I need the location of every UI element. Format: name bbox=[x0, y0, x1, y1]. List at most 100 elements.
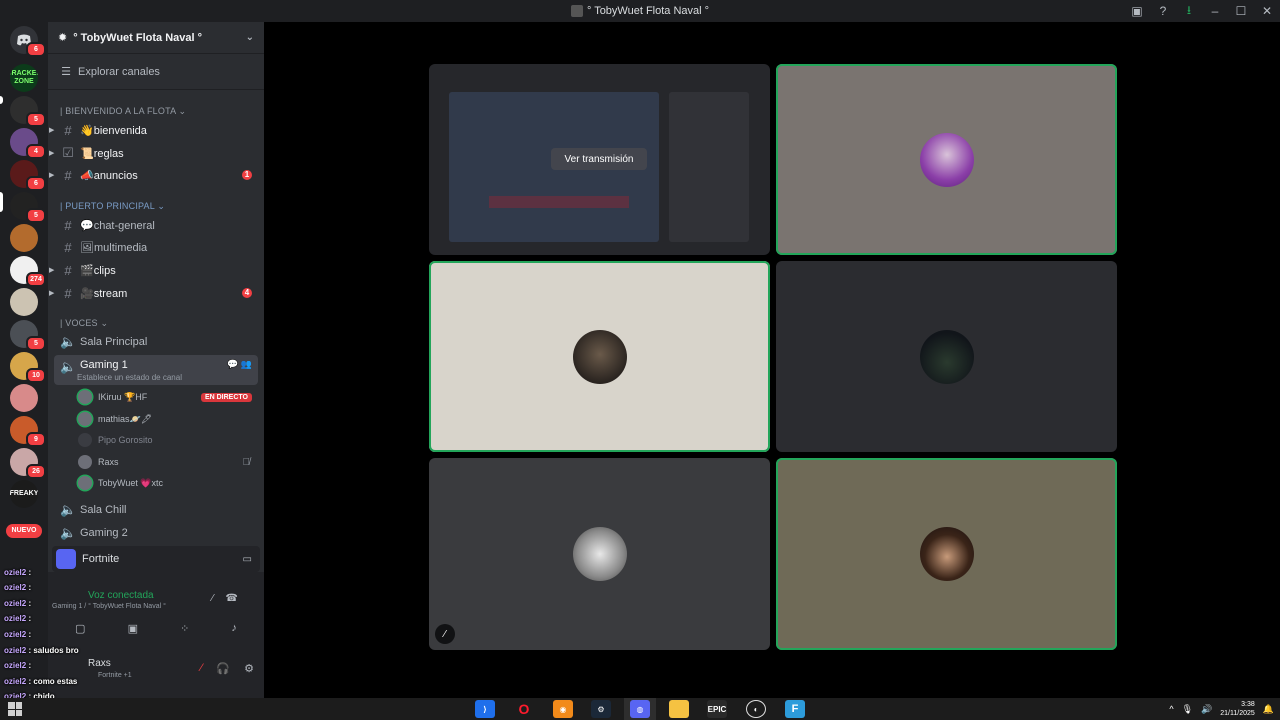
voice-user-tobywuet[interactable]: TobyWuet 💗xtc bbox=[78, 474, 258, 492]
activities-icon[interactable]: ⁘ bbox=[180, 622, 189, 635]
voice-channel-sala-principal[interactable]: 🔈 Sala Principal bbox=[54, 332, 258, 352]
channel-status[interactable]: Establece un estado de canal bbox=[77, 373, 182, 382]
overlay-message: oziel2 : bbox=[4, 630, 31, 639]
speaker-icon: 🔈 bbox=[60, 502, 77, 517]
file-explorer-icon[interactable] bbox=[663, 698, 695, 720]
avatar bbox=[572, 527, 627, 581]
opera-icon[interactable]: O bbox=[508, 698, 540, 720]
voice-user-ikiruu[interactable]: IKiruu 🏆HF EN DIRECTO bbox=[78, 388, 258, 406]
mention-badge: 6 bbox=[26, 42, 46, 57]
explore-label: Explorar canales bbox=[78, 65, 160, 78]
fl-studio-icon[interactable]: ◉ bbox=[547, 698, 579, 720]
maximize-button[interactable]: ☐ bbox=[1228, 0, 1254, 22]
stream-tile[interactable]: Ver transmisión bbox=[429, 64, 770, 255]
fortnite-icon[interactable]: F bbox=[779, 698, 811, 720]
disconnect-icon[interactable]: ⁄☎ bbox=[212, 593, 250, 604]
screen-share-icon[interactable]: ▭ bbox=[243, 554, 252, 565]
category-main[interactable]: | PUERTO PRINCIPAL ⌄ bbox=[60, 201, 165, 212]
server-cracked-zone[interactable]: CRACKED ZONE bbox=[10, 64, 38, 92]
avatar bbox=[572, 329, 627, 384]
voice-channel-gaming-2[interactable]: 🔈 Gaming 2 bbox=[54, 523, 258, 543]
obs-icon[interactable]: ◐ bbox=[740, 698, 772, 720]
start-icon[interactable] bbox=[8, 702, 22, 716]
settings-icon[interactable]: ⚙ bbox=[244, 662, 254, 675]
channel-multimedia[interactable]: # 🖼multimedia bbox=[54, 237, 258, 257]
soundboard-icon[interactable]: ♪ bbox=[231, 622, 237, 635]
mention-badge: 5 bbox=[26, 336, 46, 351]
server-avatar[interactable] bbox=[10, 384, 38, 412]
server-avatar[interactable] bbox=[10, 224, 38, 252]
steam-icon[interactable]: ⚙ bbox=[585, 698, 617, 720]
chat-icon[interactable]: 💬 👥 bbox=[227, 359, 252, 370]
watch-stream-button[interactable]: Ver transmisión bbox=[551, 148, 647, 170]
vscode-icon[interactable]: ⟩ bbox=[469, 698, 501, 720]
participant-tile[interactable] bbox=[776, 64, 1117, 255]
epic-games-icon[interactable]: EPIC bbox=[701, 698, 733, 720]
channel-label: 🎬clips bbox=[80, 264, 116, 277]
participant-tile[interactable] bbox=[776, 261, 1117, 452]
voice-user-mathias[interactable]: mathias🪐🖋 bbox=[78, 410, 258, 428]
category-welcome[interactable]: | BIENVENIDO A LA FLOTA ⌄ bbox=[60, 106, 186, 117]
help-icon[interactable]: ? bbox=[1150, 0, 1176, 22]
participant-tile[interactable] bbox=[776, 458, 1117, 650]
channel-reglas[interactable]: ▶ ☑ 📜reglas bbox=[49, 143, 258, 163]
participant-tile[interactable]: ⁄ bbox=[429, 458, 770, 650]
mention-badge: 1 bbox=[242, 170, 252, 180]
voice-connection-panel: Voz conectada Gaming 1 / ° TobyWuet Flot… bbox=[48, 572, 264, 656]
stream-preview-bar bbox=[489, 196, 629, 208]
channel-sidebar: ✹ ° TobyWuet Flota Naval ° ⌄ ☰ Explorar … bbox=[48, 22, 264, 698]
microphone-icon[interactable]: 🎙 bbox=[1182, 704, 1193, 715]
overlay-author: oziel2 bbox=[4, 630, 27, 639]
channel-stream[interactable]: ▶ # 🎥stream 4 bbox=[49, 283, 258, 303]
voice-user-name: Pipo Gorosito bbox=[98, 435, 153, 445]
clock[interactable]: 3:38 21/11/2025 bbox=[1220, 700, 1255, 718]
activity-panel[interactable]: Fortnite ▭ bbox=[52, 546, 260, 572]
inbox-icon[interactable]: ▣ bbox=[1124, 0, 1150, 22]
voice-actions: ▢ ▣ ⁘ ♪ bbox=[54, 622, 258, 635]
download-icon[interactable]: ⭳ bbox=[1176, 0, 1202, 22]
voice-user-raxs[interactable]: Raxs 🎙̸ bbox=[78, 453, 258, 471]
category-voice[interactable]: | VOCES ⌄ bbox=[60, 318, 108, 329]
mention-badge: 9 bbox=[26, 432, 46, 447]
obs-glyph: ◐ bbox=[746, 700, 766, 718]
avatar bbox=[78, 390, 92, 404]
mic-muted-icon[interactable]: ⁄ bbox=[201, 662, 203, 675]
overlay-text: : bbox=[28, 661, 32, 670]
channel-anuncios[interactable]: ▶ # 📣anuncios 1 bbox=[49, 165, 258, 185]
chevron-up-icon[interactable]: ^ bbox=[1169, 704, 1173, 714]
voice-channel-sala-chill[interactable]: 🔈 Sala Chill bbox=[54, 500, 258, 520]
camera-icon[interactable]: ▢ bbox=[75, 622, 85, 635]
clock-date: 21/11/2025 bbox=[1220, 710, 1255, 717]
explore-channels-button[interactable]: ☰ Explorar canales bbox=[48, 54, 264, 90]
channel-clips[interactable]: ▶ # 🎬clips bbox=[49, 260, 258, 280]
server-avatar[interactable] bbox=[10, 288, 38, 316]
channel-label: Sala Chill bbox=[80, 504, 127, 516]
participant-tile[interactable] bbox=[429, 261, 770, 452]
voice-channel-gaming-1[interactable]: 🔈 Gaming 1 Establece un estado de canal … bbox=[54, 355, 258, 385]
screen-share-icon[interactable]: ▣ bbox=[128, 622, 138, 635]
channel-label: 📜reglas bbox=[80, 147, 124, 160]
volume-icon[interactable]: 🔊 bbox=[1201, 704, 1212, 715]
headphones-icon[interactable]: 🎧 bbox=[216, 662, 230, 675]
voice-user-name: Raxs bbox=[98, 457, 119, 467]
overlay-message: oziel2 : bbox=[4, 599, 31, 608]
minimize-button[interactable]: – bbox=[1202, 0, 1228, 22]
avatar bbox=[919, 329, 974, 384]
speaker-icon: 🔈 bbox=[60, 359, 77, 374]
server-header[interactable]: ✹ ° TobyWuet Flota Naval ° ⌄ bbox=[48, 22, 264, 54]
voice-user-name: IKiruu 🏆HF bbox=[98, 391, 148, 402]
close-button[interactable]: ✕ bbox=[1254, 0, 1280, 22]
voice-status[interactable]: Voz conectada bbox=[88, 590, 154, 601]
username[interactable]: Raxs bbox=[88, 658, 111, 669]
fl-glyph: ◉ bbox=[553, 700, 573, 718]
server-freaky[interactable]: FREAKY bbox=[10, 480, 38, 508]
channel-bienvenida[interactable]: ▶ # 👋bienvenida bbox=[49, 120, 258, 140]
discord-icon[interactable]: ◍ bbox=[624, 698, 656, 720]
channel-label: 🖼multimedia bbox=[80, 241, 148, 254]
unread-pill bbox=[0, 96, 3, 104]
voice-user-pipo[interactable]: Pipo Gorosito bbox=[78, 431, 258, 449]
avatar bbox=[78, 476, 92, 490]
hash-icon: # bbox=[64, 122, 72, 138]
channel-chat-general[interactable]: # 💬chat-general bbox=[54, 215, 258, 235]
notification-bell-icon[interactable]: 🔔 bbox=[1263, 704, 1274, 715]
